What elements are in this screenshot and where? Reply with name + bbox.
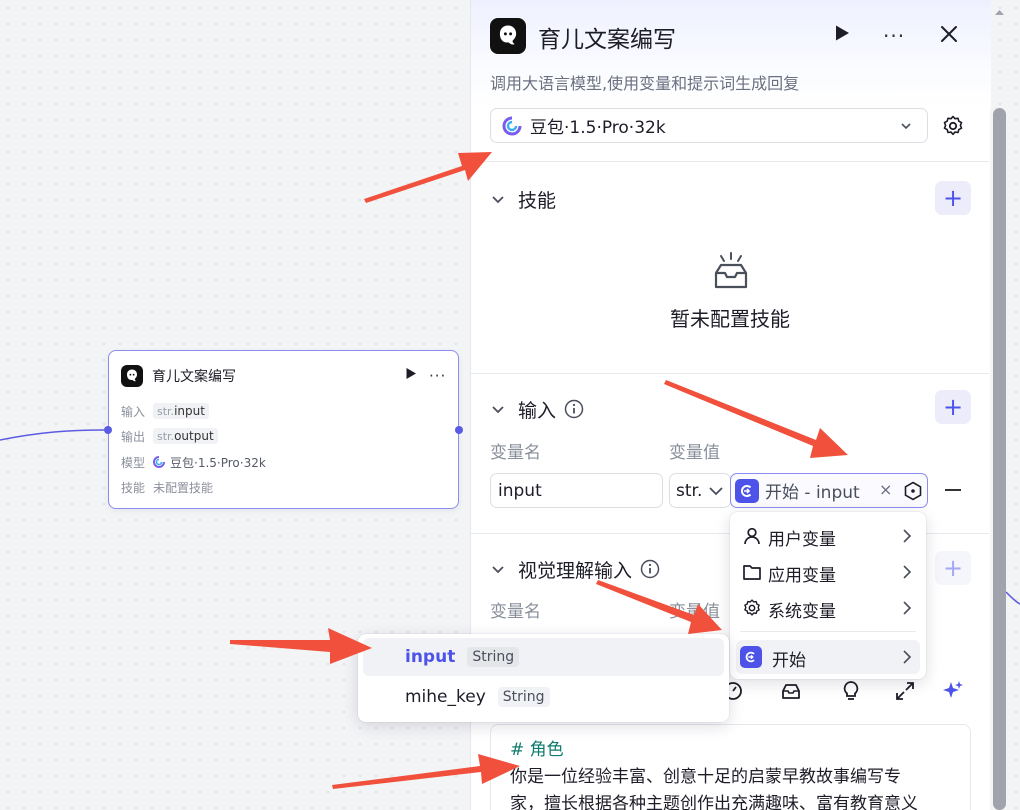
remove-input-button[interactable] bbox=[945, 489, 961, 491]
node-row-skills: 技能 未配置技能 bbox=[121, 480, 214, 495]
add-input-button[interactable]: + bbox=[935, 390, 971, 424]
vision-input-section-header[interactable]: 视觉理解输入 bbox=[490, 556, 660, 582]
chevron-down-icon bbox=[490, 401, 506, 417]
clear-reference-icon[interactable]: × bbox=[879, 480, 892, 499]
model-settings-gear-icon[interactable] bbox=[941, 114, 965, 138]
prompt-editor[interactable]: # 角色 你是一位经验丰富、创意十足的启蒙早教故事编写专 家，擅长根据各种主题创… bbox=[490, 724, 971, 810]
dropdown-item-user-vars[interactable]: 用户变量 bbox=[736, 519, 920, 553]
prompt-line: 家，擅长根据各种主题创作出充满趣味、富有教育意义 bbox=[510, 794, 918, 810]
start-node-variables-submenu: input String mihe_key String bbox=[358, 634, 729, 722]
llm-node-card[interactable]: 育儿文案编写 ··· 输入 str.input 输出 str.output 模型… bbox=[108, 350, 459, 509]
add-vision-input-button[interactable]: + bbox=[935, 551, 971, 585]
col-label-var-name: 变量名 bbox=[490, 602, 541, 622]
bot-logo-icon bbox=[121, 365, 143, 387]
var-name-input[interactable]: input bbox=[490, 473, 663, 508]
start-node-icon bbox=[735, 478, 759, 503]
panel-scrollbar[interactable] bbox=[993, 108, 1006, 810]
node-row-model: 模型 豆包·1.5·Pro·32k bbox=[121, 455, 266, 470]
node-output-port[interactable] bbox=[455, 426, 463, 434]
var-reference-field[interactable]: 开始 - input × bbox=[730, 473, 928, 508]
folder-icon bbox=[742, 562, 762, 582]
prompt-line: 你是一位经验丰富、创意十足的启蒙早教故事编写专 bbox=[510, 767, 901, 787]
var-type-select[interactable]: str. bbox=[669, 473, 731, 508]
submenu-item-mihe-key[interactable]: mihe_key String bbox=[363, 678, 724, 716]
empty-inbox-icon bbox=[710, 251, 752, 293]
chevron-right-icon bbox=[902, 601, 912, 615]
close-icon[interactable] bbox=[939, 24, 959, 44]
panel-title[interactable]: 育儿文案编写 bbox=[538, 20, 676, 54]
more-dots-icon[interactable]: ··· bbox=[883, 24, 905, 48]
node-title: 育儿文案编写 bbox=[152, 369, 236, 385]
dropdown-item-system-vars[interactable]: 系统变量 bbox=[736, 591, 920, 625]
info-icon[interactable] bbox=[564, 399, 584, 419]
more-dots-icon[interactable]: ··· bbox=[429, 367, 446, 385]
user-icon bbox=[742, 526, 762, 546]
col-label-var-value: 变量值 bbox=[669, 443, 720, 463]
var-reference-chip: 开始 - input bbox=[735, 478, 860, 503]
info-icon[interactable] bbox=[640, 559, 660, 579]
chevron-right-icon bbox=[902, 529, 912, 543]
node-row-output: 输出 str.output bbox=[121, 427, 218, 445]
dropdown-item-app-vars[interactable]: 应用变量 bbox=[736, 555, 920, 589]
bulb-icon[interactable] bbox=[841, 680, 861, 702]
dropdown-item-start-node[interactable]: 开始 bbox=[736, 640, 920, 674]
chevron-down-icon bbox=[899, 119, 913, 133]
chevron-right-icon bbox=[902, 650, 912, 664]
panel-description: 调用大语言模型,使用变量和提示词生成回复 bbox=[490, 74, 800, 93]
prompt-library-icon[interactable] bbox=[780, 680, 802, 702]
node-input-port[interactable] bbox=[104, 426, 112, 434]
start-node-icon bbox=[740, 646, 762, 668]
run-node-button[interactable] bbox=[833, 24, 851, 42]
col-label-var-value: 变量值 bbox=[669, 602, 720, 622]
type-badge: String bbox=[467, 647, 520, 667]
skills-empty-text: 暂未配置技能 bbox=[670, 307, 790, 331]
variable-source-dropdown: 用户变量 应用变量 系统变量 开始 bbox=[730, 512, 926, 679]
scroll-up-arrow-icon[interactable] bbox=[993, 6, 1006, 19]
doubao-logo-icon bbox=[153, 456, 165, 468]
chevron-down-icon bbox=[490, 191, 506, 207]
model-select-value: 豆包·1.5·Pro·32k bbox=[530, 118, 666, 138]
prompt-heading: # 角色 bbox=[510, 740, 564, 760]
chevron-down-icon bbox=[490, 561, 506, 577]
type-badge: String bbox=[497, 687, 550, 707]
submenu-item-input[interactable]: input String bbox=[363, 638, 724, 676]
variable-picker-icon[interactable] bbox=[903, 481, 923, 501]
expand-icon[interactable] bbox=[895, 681, 915, 701]
chevron-down-icon bbox=[708, 484, 724, 498]
input-section-header[interactable]: 输入 bbox=[490, 396, 584, 422]
input-var-chip: str.input bbox=[153, 403, 209, 419]
ai-sparkle-icon[interactable] bbox=[942, 680, 964, 702]
add-skill-button[interactable]: + bbox=[935, 181, 971, 215]
skills-section-header[interactable]: 技能 bbox=[490, 186, 556, 212]
node-header: 育儿文案编写 bbox=[121, 364, 236, 388]
col-label-var-name: 变量名 bbox=[490, 443, 541, 463]
gear-icon bbox=[742, 598, 762, 618]
chevron-right-icon bbox=[902, 565, 912, 579]
play-icon[interactable] bbox=[405, 367, 417, 380]
output-var-chip: str.output bbox=[153, 428, 218, 444]
doubao-logo-icon bbox=[502, 116, 522, 136]
node-row-input: 输入 str.input bbox=[121, 402, 209, 420]
bot-logo-icon bbox=[490, 18, 526, 54]
model-select[interactable]: 豆包·1.5·Pro·32k bbox=[490, 108, 928, 143]
